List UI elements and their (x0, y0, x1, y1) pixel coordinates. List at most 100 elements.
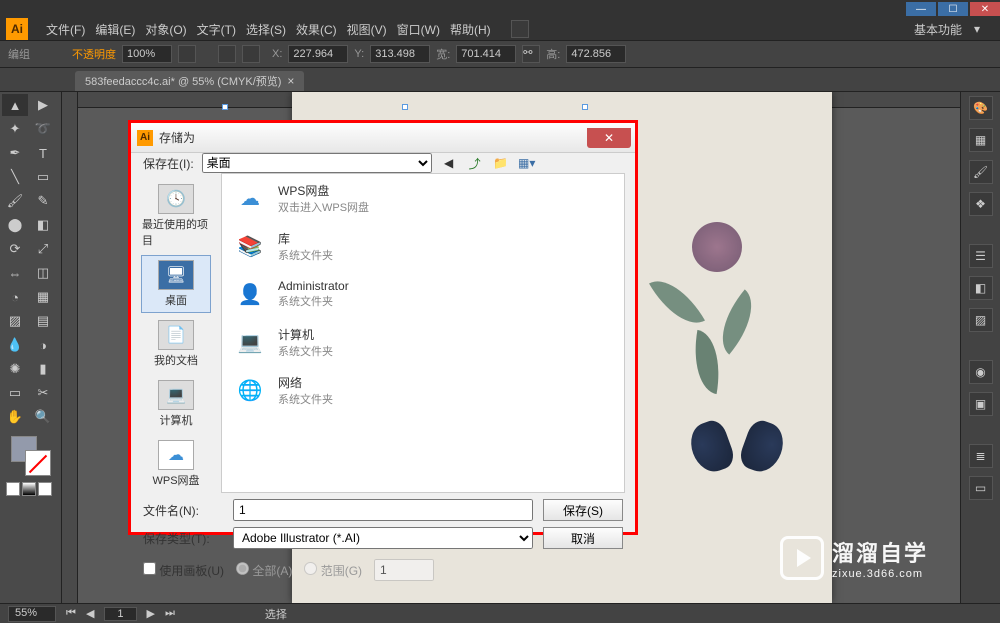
symbol-sprayer-tool[interactable]: ✺ (2, 358, 28, 380)
graphic-styles-panel-icon[interactable]: ▣ (969, 392, 993, 416)
eyedropper-tool[interactable]: 💧 (2, 334, 28, 356)
up-folder-icon[interactable]: ⤴ (466, 154, 484, 172)
blend-tool[interactable]: ◑ (30, 334, 56, 356)
menu-object[interactable]: 对象(O) (145, 21, 186, 38)
cancel-button[interactable]: 取消 (543, 527, 623, 549)
menu-effect[interactable]: 效果(C) (296, 21, 337, 38)
sidebar-item-computer[interactable]: 💻 计算机 (141, 375, 211, 433)
magic-wand-tool[interactable]: ✦ (2, 118, 28, 140)
menu-edit[interactable]: 编辑(E) (95, 21, 135, 38)
direct-selection-tool[interactable]: ▶ (30, 94, 56, 116)
style-icon[interactable] (178, 45, 196, 63)
appearance-panel-icon[interactable]: ◉ (969, 360, 993, 384)
filename-input[interactable] (233, 499, 533, 521)
selection-handle[interactable] (402, 104, 408, 110)
nav-page-field[interactable]: 1 (104, 607, 136, 621)
workspace-dropdown-icon[interactable]: ▾ (974, 22, 980, 36)
file-list-item[interactable]: 👤 Administrator系统文件夹 (222, 270, 624, 318)
gradient-panel-icon[interactable]: ◧ (969, 276, 993, 300)
back-icon[interactable]: ◀ (440, 154, 458, 172)
free-transform-tool[interactable]: ◫ (30, 262, 56, 284)
color-mode-color[interactable] (6, 482, 20, 496)
tab-close-icon[interactable]: × (287, 74, 294, 88)
selection-tool[interactable]: ▲ (2, 94, 28, 116)
rectangle-tool[interactable]: ▭ (30, 166, 56, 188)
swatches-panel-icon[interactable]: ▦ (969, 128, 993, 152)
color-mode-gradient[interactable] (22, 482, 36, 496)
zoom-tool[interactable]: 🔍 (30, 406, 56, 428)
lasso-tool[interactable]: ➰ (30, 118, 56, 140)
menu-help[interactable]: 帮助(H) (450, 21, 491, 38)
symbols-panel-icon[interactable]: ❖ (969, 192, 993, 216)
selection-handle[interactable] (582, 104, 588, 110)
save-in-dropdown[interactable]: 桌面 (202, 153, 432, 173)
gradient-tool[interactable]: ▤ (30, 310, 56, 332)
rotate-tool[interactable]: ⟳ (2, 238, 28, 260)
window-close-button[interactable]: ✕ (970, 2, 1000, 16)
sidebar-item-recent[interactable]: 🕓 最近使用的项目 (141, 179, 211, 253)
fill-stroke-swatch[interactable] (11, 436, 51, 476)
nav-last-icon[interactable]: ⏭ (165, 607, 175, 620)
dialog-title-bar[interactable]: Ai 存储为 ✕ (131, 123, 635, 153)
file-list-item[interactable]: ☁ WPS网盘双击进入WPS网盘 (222, 174, 624, 222)
type-tool[interactable]: T (30, 142, 56, 164)
workspace-label[interactable]: 基本功能 (914, 21, 962, 38)
color-mode-none[interactable] (38, 482, 52, 496)
new-folder-icon[interactable]: 📁 (492, 154, 510, 172)
sidebar-item-wps[interactable]: ☁ WPS网盘 (141, 435, 211, 493)
layers-panel-icon[interactable]: ≣ (969, 444, 993, 468)
dialog-close-button[interactable]: ✕ (587, 128, 631, 148)
window-minimize-button[interactable]: — (906, 2, 936, 16)
menu-view[interactable]: 视图(V) (347, 21, 387, 38)
transparency-panel-icon[interactable]: ▨ (969, 308, 993, 332)
sidebar-item-desktop[interactable]: 🖥 桌面 (141, 255, 211, 313)
shape-builder-tool[interactable]: ◔ (2, 286, 28, 308)
file-list-item[interactable]: 🌐 网络系统文件夹 (222, 366, 624, 414)
selection-handle[interactable] (222, 104, 228, 110)
h-input[interactable] (566, 45, 626, 63)
zoom-level[interactable]: 55% (8, 606, 56, 622)
menu-file[interactable]: 文件(F) (46, 21, 85, 38)
brushes-panel-icon[interactable]: 🖌 (969, 160, 993, 184)
menu-select[interactable]: 选择(S) (246, 21, 286, 38)
slice-tool[interactable]: ✂ (30, 382, 56, 404)
view-menu-icon[interactable]: ▦▾ (518, 154, 536, 172)
y-input[interactable] (370, 45, 430, 63)
save-button[interactable]: 保存(S) (543, 499, 623, 521)
stroke-color-icon[interactable] (25, 450, 51, 476)
link-wh-icon[interactable]: ⚯ (522, 45, 540, 63)
nav-prev-icon[interactable]: ◀ (86, 607, 94, 620)
nav-next-icon[interactable]: ▶ (147, 607, 155, 620)
layout-icon[interactable] (511, 20, 529, 38)
opacity-input[interactable] (122, 45, 172, 63)
document-tab[interactable]: 583feedaccc4c.ai* @ 55% (CMYK/预览) × (75, 71, 304, 91)
eraser-tool[interactable]: ◧ (30, 214, 56, 236)
line-tool[interactable]: ╲ (2, 166, 28, 188)
artboard-tool[interactable]: ▭ (2, 382, 28, 404)
stroke-panel-icon[interactable]: ☰ (969, 244, 993, 268)
scale-tool[interactable]: ⤢ (30, 238, 56, 260)
blob-brush-tool[interactable]: ⬤ (2, 214, 28, 236)
align-icon-1[interactable] (218, 45, 236, 63)
x-input[interactable] (288, 45, 348, 63)
window-maximize-button[interactable]: ☐ (938, 2, 968, 16)
graph-tool[interactable]: ▮ (30, 358, 56, 380)
nav-first-icon[interactable]: ⏮ (66, 607, 76, 620)
hand-tool[interactable]: ✋ (2, 406, 28, 428)
menu-window[interactable]: 窗口(W) (397, 21, 440, 38)
width-tool[interactable]: ⇔ (2, 262, 28, 284)
w-input[interactable] (456, 45, 516, 63)
color-panel-icon[interactable]: 🎨 (969, 96, 993, 120)
sidebar-item-documents[interactable]: 📄 我的文档 (141, 315, 211, 373)
pencil-tool[interactable]: ✎ (30, 190, 56, 212)
perspective-tool[interactable]: ▦ (30, 286, 56, 308)
file-list-item[interactable]: 📚 库系统文件夹 (222, 222, 624, 270)
use-artboard-checkbox[interactable]: 使用画板(U) (143, 562, 224, 579)
pen-tool[interactable]: ✒ (2, 142, 28, 164)
align-icon-2[interactable] (242, 45, 260, 63)
artboards-panel-icon[interactable]: ▭ (969, 476, 993, 500)
menu-text[interactable]: 文字(T) (197, 21, 236, 38)
brush-tool[interactable]: 🖌 (2, 190, 28, 212)
mesh-tool[interactable]: ▨ (2, 310, 28, 332)
file-list-item[interactable]: 💻 计算机系统文件夹 (222, 318, 624, 366)
